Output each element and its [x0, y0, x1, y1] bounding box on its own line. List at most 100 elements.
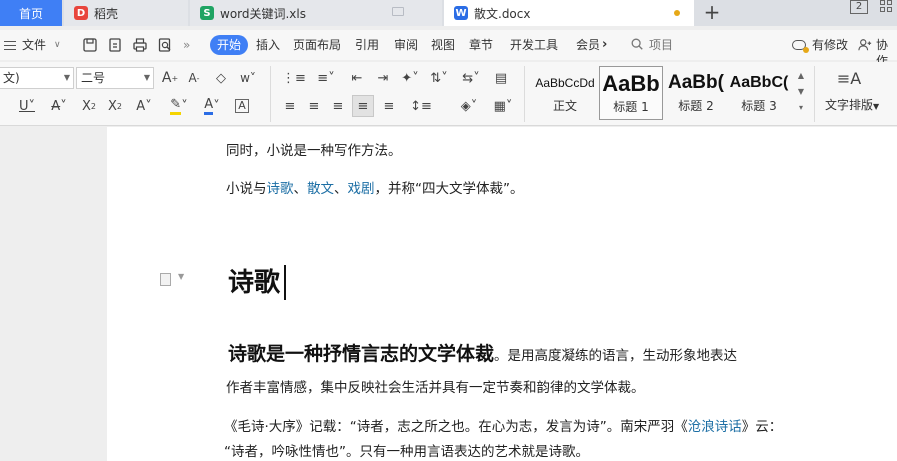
- monitor-icon: [392, 7, 404, 16]
- ribbon-divider: [270, 66, 271, 122]
- file-dropdown-chevron-icon[interactable]: ∨: [54, 37, 61, 53]
- chevron-down-icon[interactable]: ▼: [794, 84, 808, 100]
- menu-review[interactable]: 审阅: [394, 37, 418, 53]
- export-pdf-icon[interactable]: [107, 37, 123, 53]
- decrease-indent-icon[interactable]: ⇤: [346, 67, 368, 89]
- text: 、: [293, 181, 308, 197]
- superscript-icon[interactable]: X2: [78, 95, 100, 117]
- underline-icon[interactable]: U˅: [12, 95, 42, 117]
- writer-icon: W: [454, 6, 468, 20]
- has-changes-label[interactable]: 有修改: [812, 37, 848, 53]
- search-hint[interactable]: 项目: [649, 37, 673, 53]
- text-layout-button[interactable]: 文字排版▼: [825, 96, 879, 113]
- text-cursor: [284, 265, 286, 300]
- search-icon[interactable]: [630, 37, 644, 51]
- menu-member[interactable]: 会员: [576, 37, 600, 53]
- style-heading3[interactable]: AaBbC( 标题 3: [728, 66, 790, 120]
- collaborate-icon[interactable]: [858, 38, 872, 52]
- tab-home-label: 首页: [18, 6, 43, 21]
- line-spacing-icon[interactable]: ↕≡: [408, 95, 434, 117]
- borders-icon[interactable]: ▦˅: [490, 95, 516, 117]
- new-tab-button[interactable]: +: [700, 0, 724, 26]
- text-layout-icon[interactable]: ≡A: [836, 66, 862, 90]
- styles-gallery: AaBbCcDd 正文 AaBb 标题 1 AaBb( 标题 2 AaBbC( …: [532, 66, 810, 120]
- link-prose[interactable]: 散文: [307, 181, 334, 197]
- paragraph-definition: 诗歌是一种抒情言志的文学体裁。是用高度凝练的语言，生动形象地表达: [228, 339, 737, 366]
- menu-dev-tools[interactable]: 开发工具: [510, 37, 558, 53]
- print-preview-icon[interactable]: [157, 37, 173, 53]
- justify-icon[interactable]: ≡: [352, 95, 374, 117]
- save-icon[interactable]: [82, 37, 98, 53]
- style-sample: AaBbC(: [729, 74, 789, 91]
- document-margin-area: [0, 127, 107, 461]
- chinese-layout-icon[interactable]: ✦˅: [398, 67, 422, 89]
- menu-more-arrow-icon[interactable]: ›: [602, 37, 607, 53]
- tab-home[interactable]: 首页: [0, 0, 62, 26]
- numbered-list-icon[interactable]: ≡˅: [312, 67, 340, 89]
- menu-start-tab[interactable]: 开始: [210, 35, 248, 55]
- sort-icon[interactable]: ⇅˅: [426, 67, 452, 89]
- style-heading1[interactable]: AaBb 标题 1: [599, 66, 663, 120]
- style-normal[interactable]: AaBbCcDd 正文: [532, 66, 598, 120]
- print-icon[interactable]: [132, 37, 148, 53]
- daoke-icon: D: [74, 6, 88, 20]
- hamburger-icon[interactable]: [4, 41, 16, 50]
- bullet-list-icon[interactable]: ⋮≡: [280, 67, 308, 89]
- expand-styles-icon[interactable]: ▾: [794, 100, 808, 116]
- subscript-icon[interactable]: X2: [104, 95, 126, 117]
- shading-icon[interactable]: ◈˅: [456, 95, 482, 117]
- font-name-select[interactable]: 文) ▼: [0, 67, 74, 89]
- strikethrough-icon[interactable]: A ˅: [44, 95, 74, 117]
- tab-stops-icon[interactable]: ▤: [490, 67, 512, 89]
- menu-chapter[interactable]: 章节: [469, 37, 493, 53]
- menu-reference[interactable]: 引用: [355, 37, 379, 53]
- styles-scroll[interactable]: ▲ ▼ ▾: [794, 68, 808, 116]
- align-right-icon[interactable]: ≡: [328, 95, 348, 117]
- link-drama[interactable]: 戏剧: [348, 181, 375, 197]
- chevron-up-icon[interactable]: ▲: [794, 68, 808, 84]
- window-count: 2: [855, 1, 863, 12]
- distributed-align-icon[interactable]: ≡: [378, 95, 400, 117]
- link-poetry[interactable]: 诗歌: [267, 181, 294, 197]
- menu-layout[interactable]: 页面布局: [293, 37, 341, 53]
- menu-insert[interactable]: 插入: [256, 37, 280, 53]
- window-count-button[interactable]: 2: [850, 0, 868, 14]
- tab-bar: 首页 D 稻壳 S word关键词.xls W 散文.docx + 2: [0, 0, 897, 26]
- apps-grid-icon[interactable]: [880, 0, 894, 14]
- paragraph-line: 同时，小说是一种写作方法。: [226, 143, 402, 159]
- highlight-icon[interactable]: ✎ ˅: [164, 95, 194, 117]
- pinyin-icon[interactable]: w˅: [234, 67, 262, 89]
- align-left-icon[interactable]: ≡: [280, 95, 300, 117]
- chevron-down-icon: ▼: [63, 73, 70, 82]
- font-size-select[interactable]: 二号 ▼: [76, 67, 154, 89]
- menu-view[interactable]: 视图: [431, 37, 455, 53]
- tab-daoke-label: 稻壳: [94, 6, 119, 21]
- char-border-icon[interactable]: A: [232, 95, 252, 117]
- text-direction-icon[interactable]: ⇆˅: [458, 67, 484, 89]
- text-effect-icon[interactable]: A˅: [130, 95, 158, 117]
- align-center-icon[interactable]: ≡: [304, 95, 324, 117]
- paragraph-handle-icon[interactable]: [160, 273, 171, 286]
- shrink-font-icon[interactable]: A-: [184, 67, 204, 89]
- link-canglang[interactable]: 沧浪诗话: [688, 419, 742, 435]
- increase-indent-icon[interactable]: ⇥: [372, 67, 394, 89]
- heading-poetry[interactable]: 诗歌: [228, 262, 280, 299]
- cloud-sync-icon[interactable]: [792, 40, 809, 53]
- tab-daoke[interactable]: D 稻壳: [64, 0, 188, 26]
- text: 小说与: [226, 181, 267, 197]
- font-color-icon[interactable]: A ˅: [198, 95, 226, 117]
- text-layout-label: 文字排版: [825, 98, 874, 112]
- style-heading2[interactable]: AaBb( 标题 2: [665, 66, 727, 120]
- style-name: 标题 1: [613, 100, 649, 114]
- grow-font-icon[interactable]: A +: [160, 67, 180, 89]
- font-size-value: 二号: [81, 71, 106, 85]
- tab-xls[interactable]: S word关键词.xls: [190, 0, 442, 26]
- chevron-down-icon[interactable]: ▼: [178, 272, 184, 281]
- clear-format-icon[interactable]: ◇: [210, 67, 232, 89]
- ribbon: 文) ▼ 二号 ▼ A + A- ◇ w˅ U˅ A ˅ X2 X2 A˅ ✎ ˅ A…: [0, 62, 897, 126]
- tab-doc-active[interactable]: W 散文.docx: [444, 0, 694, 26]
- tab-doc-label: 散文.docx: [474, 6, 531, 21]
- menu-file[interactable]: 文件: [22, 37, 46, 53]
- unsaved-dot-icon: [674, 10, 680, 16]
- more-chevrons-icon[interactable]: »: [183, 37, 190, 53]
